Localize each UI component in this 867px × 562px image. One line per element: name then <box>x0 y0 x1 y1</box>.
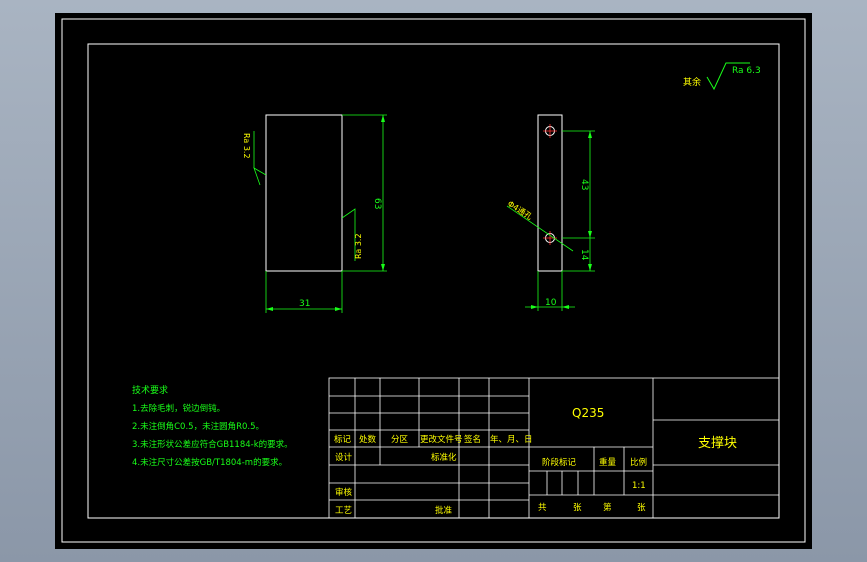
part-name-text: 支撑块 <box>698 436 737 451</box>
side-view-outline <box>537 114 563 272</box>
review-label: 审核 <box>335 487 353 498</box>
hole-note-text: Φ4通孔 <box>506 198 534 221</box>
tech-requirement-item: 2.未注倒角C0.5，未注圆角R0.5。 <box>132 421 264 432</box>
header-zone: 分区 <box>391 435 409 445</box>
side-roughness-check-icon <box>341 208 356 225</box>
front-view-outline <box>265 114 343 272</box>
other-roughness-label: 其余 <box>683 76 701 88</box>
left-roughness-check-icon <box>253 167 267 186</box>
hole-spacing-dimension-text: 43 <box>579 179 589 190</box>
drawing-canvas: 其余 Ra 6.3 31 63 Ra 3.2 Ra 3.2 43 14 10 Φ… <box>55 13 812 549</box>
tech-requirements-title: 技术要求 <box>132 384 168 396</box>
material-text: Q235 <box>572 406 604 420</box>
tech-requirements: 技术要求 1.去除毛刺，锐边倒钝。 2.未注倒角C0.5，未注圆角R0.5。 3… <box>132 384 293 468</box>
stage-mark-label: 阶段标记 <box>542 457 577 468</box>
scale-value: 1:1 <box>632 481 646 491</box>
other-roughness-symbol: 其余 Ra 6.3 <box>683 62 761 91</box>
side-roughness-text: Ra 3.2 <box>354 233 363 259</box>
header-sign: 签名 <box>464 434 481 445</box>
sheet-suffix-label: 张 <box>637 503 646 513</box>
left-roughness-text: Ra 3.2 <box>242 133 251 159</box>
side-view: 43 14 10 Φ4通孔 <box>506 114 595 311</box>
side-width-dimension-text: 10 <box>545 298 557 308</box>
weight-label: 重量 <box>599 457 617 468</box>
design-label: 设计 <box>335 452 353 463</box>
header-change-doc: 更改文件号 <box>420 434 463 445</box>
process-label: 工艺 <box>335 506 352 516</box>
title-block-text: Q235 支撑块 标记 处数 分区 更改文件号 签名 年、月、日 设计 标准化 … <box>334 406 737 516</box>
width-dimension-text: 31 <box>299 299 310 309</box>
sheet-no-label: 第 <box>603 502 612 513</box>
hole-offset-dimension-text: 14 <box>579 249 589 261</box>
tech-requirement-item: 3.未注形状公差应符合GB1184-k的要求。 <box>132 439 293 450</box>
sheet-label: 张 <box>573 503 582 513</box>
tech-requirement-item: 4.未注尺寸公差按GB/T1804-m的要求。 <box>132 457 287 468</box>
header-count: 处数 <box>359 434 377 445</box>
header-mark: 标记 <box>334 434 352 445</box>
drawing-sheet: 其余 Ra 6.3 31 63 Ra 3.2 Ra 3.2 43 14 10 Φ… <box>61 18 806 543</box>
tech-requirement-item: 1.去除毛刺，锐边倒钝。 <box>132 403 225 414</box>
height-dimension-text: 63 <box>372 198 382 209</box>
other-roughness-value: Ra 6.3 <box>732 66 761 76</box>
front-view: 31 63 Ra 3.2 Ra 3.2 <box>242 114 387 313</box>
header-date: 年、月、日 <box>490 434 533 445</box>
scale-label: 比例 <box>630 457 647 468</box>
sheets-total-label: 共 <box>538 503 547 513</box>
approve-label: 批准 <box>435 505 453 516</box>
standardize-label: 标准化 <box>431 452 457 463</box>
